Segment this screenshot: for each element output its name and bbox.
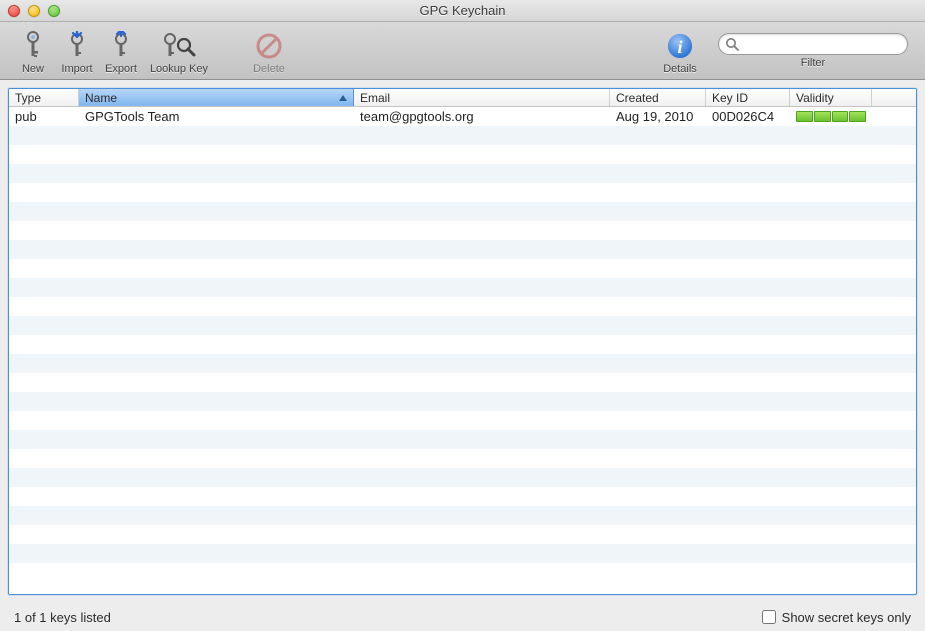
- prohibit-icon: [255, 29, 283, 63]
- new-label: New: [22, 63, 44, 75]
- column-header-created[interactable]: Created: [610, 89, 706, 106]
- key-export-icon: [109, 29, 133, 63]
- content-area: Type Name Email Created Key ID Validity …: [0, 80, 925, 603]
- table-row-empty: [9, 240, 916, 259]
- table-row-empty: [9, 506, 916, 525]
- secret-keys-only-label: Show secret keys only: [782, 610, 911, 625]
- cell-validity: [790, 111, 872, 123]
- details-button[interactable]: i Details: [659, 27, 701, 75]
- cell-type: pub: [9, 109, 79, 124]
- table-row-empty: [9, 297, 916, 316]
- table-row-empty: [9, 525, 916, 544]
- column-header-end: [872, 89, 916, 106]
- export-button[interactable]: Export: [100, 27, 142, 75]
- table-row-empty: [9, 202, 916, 221]
- secret-keys-only-input[interactable]: [762, 610, 776, 624]
- key-lookup-icon: [162, 29, 196, 63]
- column-header-email[interactable]: Email: [354, 89, 610, 106]
- search-icon: [725, 37, 740, 52]
- filter-search: Filter: [713, 33, 913, 69]
- search-field[interactable]: [718, 33, 908, 55]
- table-row-empty: [9, 259, 916, 278]
- column-header-keyid[interactable]: Key ID: [706, 89, 790, 106]
- table-row-empty: [9, 449, 916, 468]
- new-button[interactable]: New: [12, 27, 54, 75]
- column-header-name[interactable]: Name: [79, 89, 354, 106]
- table-row-empty: [9, 354, 916, 373]
- import-button[interactable]: Import: [56, 27, 98, 75]
- cell-keyid: 00D026C4: [706, 109, 790, 124]
- table-row-empty: [9, 563, 916, 582]
- table-row-empty: [9, 392, 916, 411]
- export-label: Export: [105, 63, 137, 75]
- keys-table: Type Name Email Created Key ID Validity …: [8, 88, 917, 595]
- validity-indicator: [796, 111, 866, 123]
- table-row-empty: [9, 221, 916, 240]
- status-bar: 1 of 1 keys listed Show secret keys only: [0, 603, 925, 631]
- details-label: Details: [663, 63, 697, 75]
- window-title: GPG Keychain: [0, 3, 925, 18]
- table-row-empty: [9, 278, 916, 297]
- zoom-window-button[interactable]: [48, 5, 60, 17]
- delete-button: Delete: [248, 27, 290, 75]
- status-count: 1 of 1 keys listed: [14, 610, 111, 625]
- table-row-empty: [9, 126, 916, 145]
- svg-text:i: i: [677, 37, 682, 57]
- cell-created: Aug 19, 2010: [610, 109, 706, 124]
- table-body[interactable]: pubGPGTools Teamteam@gpgtools.orgAug 19,…: [9, 107, 916, 594]
- key-import-icon: [65, 29, 89, 63]
- key-new-icon: [22, 29, 44, 63]
- info-icon: i: [666, 29, 694, 63]
- table-row-empty: [9, 373, 916, 392]
- table-row-empty: [9, 487, 916, 506]
- minimize-window-button[interactable]: [28, 5, 40, 17]
- table-row-empty: [9, 430, 916, 449]
- column-header-type[interactable]: Type: [9, 89, 79, 106]
- lookup-label: Lookup Key: [150, 63, 208, 75]
- table-row-empty: [9, 335, 916, 354]
- cell-email: team@gpgtools.org: [354, 109, 610, 124]
- close-window-button[interactable]: [8, 5, 20, 17]
- table-header: Type Name Email Created Key ID Validity: [9, 89, 916, 107]
- search-input[interactable]: [743, 37, 901, 51]
- column-header-validity[interactable]: Validity: [790, 89, 872, 106]
- table-row-empty: [9, 316, 916, 335]
- window-controls: [8, 5, 60, 17]
- table-row-empty: [9, 164, 916, 183]
- table-row-empty: [9, 544, 916, 563]
- titlebar: GPG Keychain: [0, 0, 925, 22]
- import-label: Import: [61, 63, 92, 75]
- filter-label: Filter: [801, 57, 825, 69]
- cell-name: GPGTools Team: [79, 109, 354, 124]
- delete-label: Delete: [253, 63, 285, 75]
- table-row-empty: [9, 468, 916, 487]
- toolbar: New Import Export: [0, 22, 925, 80]
- lookup-key-button[interactable]: Lookup Key: [144, 27, 214, 75]
- table-row-empty: [9, 411, 916, 430]
- table-row-empty: [9, 145, 916, 164]
- table-row-empty: [9, 183, 916, 202]
- show-secret-keys-checkbox[interactable]: Show secret keys only: [762, 610, 911, 625]
- table-row[interactable]: pubGPGTools Teamteam@gpgtools.orgAug 19,…: [9, 107, 916, 126]
